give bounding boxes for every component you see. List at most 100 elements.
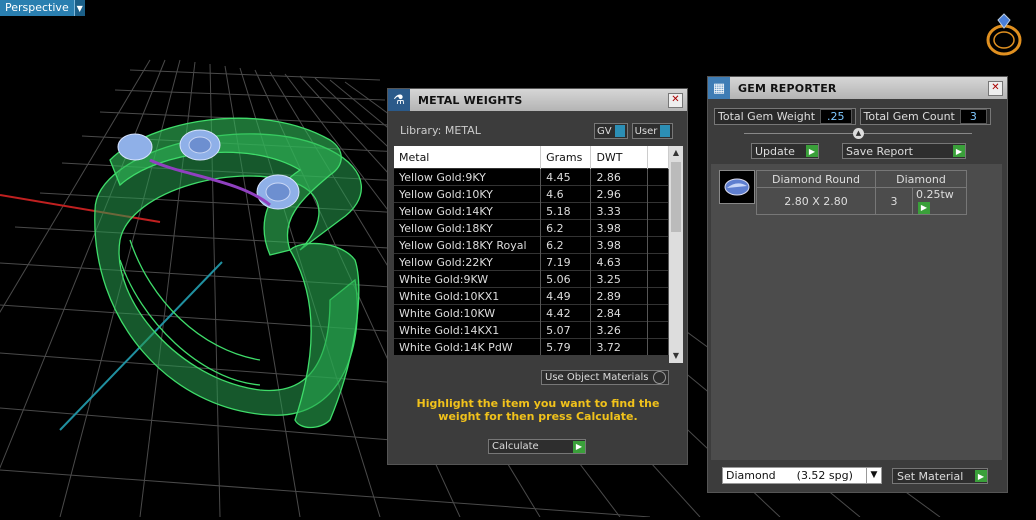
use-object-materials-toggle[interactable]: Use Object Materials bbox=[541, 370, 669, 385]
total-gem-weight-field: Total Gem Weight .25 bbox=[714, 108, 856, 125]
chevron-down-icon[interactable]: ▼ bbox=[866, 468, 881, 483]
material-select[interactable]: Diamond (3.52 spg) ▼ bbox=[722, 467, 882, 484]
dwt-cell: 3.98 bbox=[590, 219, 649, 237]
column-header-metal[interactable]: Metal bbox=[394, 146, 542, 169]
dwt-cell: 2.96 bbox=[590, 185, 649, 203]
metal-table-scrollbar[interactable]: ▲ ▼ bbox=[669, 146, 683, 363]
table-row[interactable]: White Gold:9KW 5.06 3.25 bbox=[394, 270, 669, 288]
total-gem-weight-label: Total Gem Weight bbox=[718, 110, 816, 123]
dwt-cell: 3.26 bbox=[590, 321, 649, 339]
gem-reporter-titlebar[interactable]: ▦ GEM REPORTER ✕ bbox=[708, 77, 1007, 99]
dwt-cell: 2.86 bbox=[590, 168, 649, 186]
play-icon: ▶ bbox=[953, 145, 965, 157]
table-row[interactable]: Yellow Gold:18KY Royal 6.2 3.98 bbox=[394, 236, 669, 254]
spacer-cell bbox=[647, 236, 669, 254]
gem-reporter-panel: ▦ GEM REPORTER ✕ Total Gem Weight .25 To… bbox=[707, 76, 1008, 493]
gv-toggle[interactable]: GV bbox=[594, 123, 628, 139]
instruction-text: Highlight the item you want to find the … bbox=[416, 397, 660, 423]
toggle-indicator-icon bbox=[660, 125, 671, 137]
save-report-button[interactable]: Save Report ▶ bbox=[842, 143, 966, 159]
spacer-cell bbox=[647, 185, 669, 203]
grams-cell: 5.06 bbox=[540, 270, 592, 288]
metal-weights-titlebar[interactable]: ⚗ METAL WEIGHTS ✕ bbox=[388, 89, 687, 111]
table-row[interactable]: White Gold:14KX1 5.07 3.26 bbox=[394, 321, 669, 339]
grams-cell: 6.2 bbox=[540, 219, 592, 237]
spacer-cell bbox=[647, 304, 669, 322]
table-row[interactable]: Yellow Gold:14KY 5.18 3.33 bbox=[394, 202, 669, 220]
gem-tw[interactable]: 0.25tw ▶ bbox=[912, 187, 967, 215]
grams-cell: 4.45 bbox=[540, 168, 592, 186]
gem-details-table: Diamond Round Diamond 2.80 X 2.80 3 0.25… bbox=[756, 170, 967, 215]
metal-name-cell: White Gold:9KW bbox=[394, 270, 542, 288]
metal-flask-icon: ⚗ bbox=[388, 89, 410, 111]
grams-cell: 5.18 bbox=[540, 202, 592, 220]
use-object-materials-label: Use Object Materials bbox=[545, 372, 649, 383]
table-row[interactable]: White Gold:10KW 4.42 2.84 bbox=[394, 304, 669, 322]
gem-size: 2.80 X 2.80 bbox=[756, 187, 876, 215]
gem-tw-value: 0.25tw bbox=[916, 188, 954, 201]
gem-reporter-title: GEM REPORTER bbox=[738, 81, 837, 95]
metal-weights-title: METAL WEIGHTS bbox=[418, 93, 523, 107]
ring-logo-icon bbox=[986, 13, 1022, 56]
grams-cell: 4.42 bbox=[540, 304, 592, 322]
metal-weights-panel: ⚗ METAL WEIGHTS ✕ Library: METAL GV User… bbox=[387, 88, 688, 465]
scroll-up-icon[interactable]: ▲ bbox=[669, 146, 683, 160]
splitter-handle-icon[interactable]: ▲ bbox=[853, 128, 864, 139]
spacer-cell bbox=[647, 270, 669, 288]
material-select-value: Diamond (3.52 spg) bbox=[726, 469, 853, 482]
metal-name-cell: Yellow Gold:14KY bbox=[394, 202, 542, 220]
viewport-label[interactable]: Perspective ▼ bbox=[0, 0, 85, 16]
metal-name-cell: White Gold:14K PdW bbox=[394, 338, 542, 355]
user-toggle-label: User bbox=[634, 125, 658, 137]
grams-cell: 4.6 bbox=[540, 185, 592, 203]
close-icon[interactable]: ✕ bbox=[668, 93, 683, 108]
table-row[interactable]: Yellow Gold:18KY 6.2 3.98 bbox=[394, 219, 669, 237]
metal-name-cell: White Gold:10KX1 bbox=[394, 287, 542, 305]
grams-cell: 5.79 bbox=[540, 338, 592, 355]
spacer-cell bbox=[647, 253, 669, 271]
table-header-row: Metal Grams DWT bbox=[394, 146, 669, 169]
viewport-name[interactable]: Perspective bbox=[0, 0, 74, 16]
table-row[interactable]: White Gold:10KX1 4.49 2.89 bbox=[394, 287, 669, 305]
play-icon: ▶ bbox=[573, 440, 585, 453]
gem-list-area[interactable]: Diamond Round Diamond 2.80 X 2.80 3 0.25… bbox=[711, 164, 1002, 460]
play-icon[interactable]: ▶ bbox=[918, 202, 930, 214]
gem-row[interactable]: Diamond Round Diamond 2.80 X 2.80 3 0.25… bbox=[719, 170, 967, 215]
calculate-label: Calculate bbox=[492, 441, 539, 452]
metal-table[interactable]: Metal Grams DWT Yellow Gold:9KY 4.45 2.86 Y… bbox=[394, 146, 669, 355]
metal-name-cell: Yellow Gold:9KY bbox=[394, 168, 542, 186]
column-header-grams[interactable]: Grams bbox=[540, 146, 592, 169]
table-row[interactable]: White Gold:14K PdW 5.79 3.72 bbox=[394, 338, 669, 355]
dwt-cell: 3.72 bbox=[590, 338, 649, 355]
grams-cell: 7.19 bbox=[540, 253, 592, 271]
update-button[interactable]: Update ▶ bbox=[751, 143, 819, 159]
table-row[interactable]: Yellow Gold:10KY 4.6 2.96 bbox=[394, 185, 669, 203]
calculate-button[interactable]: Calculate ▶ bbox=[488, 439, 586, 454]
user-toggle[interactable]: User bbox=[631, 123, 674, 139]
close-icon[interactable]: ✕ bbox=[988, 81, 1003, 96]
dwt-cell: 3.98 bbox=[590, 236, 649, 254]
gv-toggle-label: GV bbox=[597, 125, 612, 137]
toggle-indicator-icon bbox=[614, 125, 625, 137]
spacer-cell bbox=[647, 338, 669, 355]
table-row[interactable]: Yellow Gold:9KY 4.45 2.86 bbox=[394, 168, 669, 186]
chevron-down-icon[interactable]: ▼ bbox=[73, 0, 85, 16]
set-material-button[interactable]: Set Material ▶ bbox=[892, 468, 988, 484]
ring-model bbox=[94, 117, 363, 429]
play-icon: ▶ bbox=[975, 470, 987, 482]
spacer-cell bbox=[647, 168, 669, 186]
gem-material: Diamond bbox=[875, 170, 967, 188]
grams-cell: 6.2 bbox=[540, 236, 592, 254]
total-gem-weight-value: .25 bbox=[820, 109, 852, 124]
scroll-down-icon[interactable]: ▼ bbox=[669, 349, 683, 363]
set-material-label: Set Material bbox=[897, 469, 964, 483]
dwt-cell: 3.25 bbox=[590, 270, 649, 288]
column-header-dwt[interactable]: DWT bbox=[590, 146, 649, 169]
column-header-spacer bbox=[647, 146, 669, 169]
round-diamond-icon bbox=[724, 178, 750, 196]
spacer-cell bbox=[647, 202, 669, 220]
table-row[interactable]: Yellow Gold:22KY 7.19 4.63 bbox=[394, 253, 669, 271]
metal-name-cell: Yellow Gold:18KY Royal bbox=[394, 236, 542, 254]
spacer-cell bbox=[647, 287, 669, 305]
scrollbar-thumb[interactable] bbox=[671, 162, 681, 232]
